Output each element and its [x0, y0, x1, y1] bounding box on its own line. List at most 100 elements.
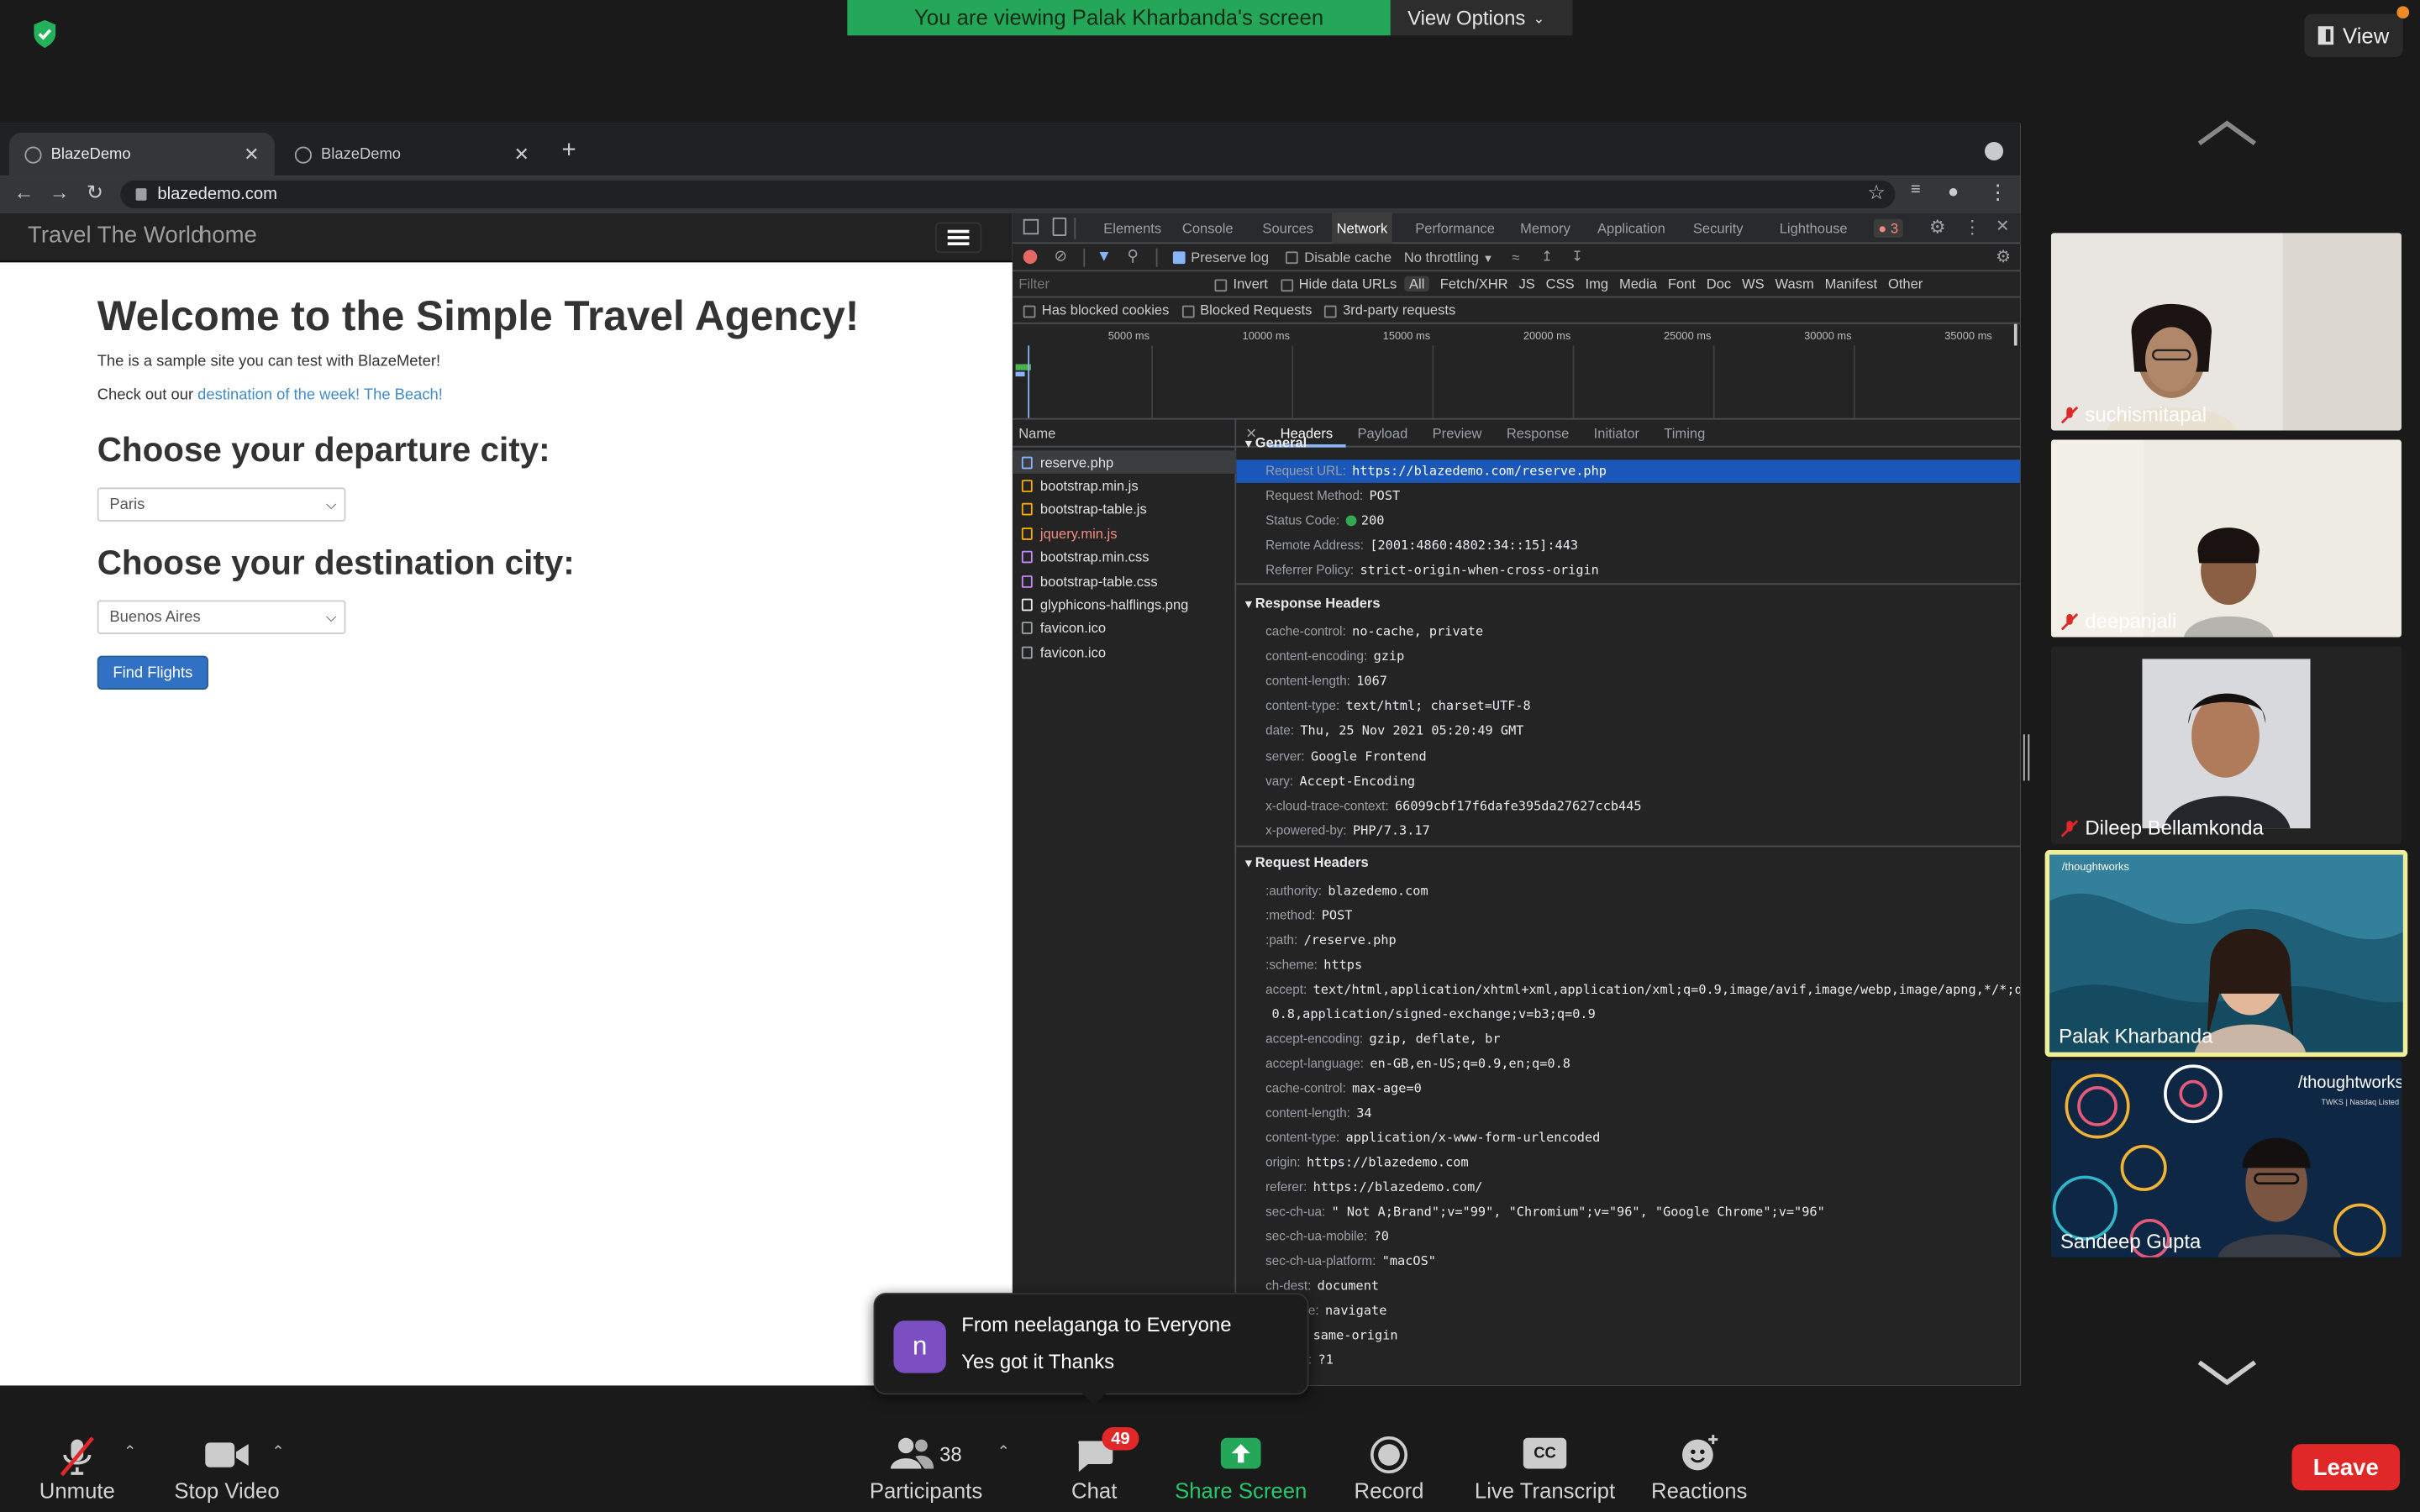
- view-button[interactable]: View: [2304, 13, 2403, 57]
- request-row[interactable]: bootstrap.min.css: [1013, 545, 1236, 569]
- destination-select[interactable]: Buenos Aires ⌵: [97, 600, 346, 634]
- shield-icon[interactable]: [28, 17, 61, 50]
- general-section[interactable]: ▾ General: [1245, 435, 1307, 450]
- tab-application[interactable]: Application: [1592, 213, 1670, 244]
- blocked-cookies-checkbox[interactable]: Has blocked cookies: [1023, 302, 1169, 318]
- type-filter-doc[interactable]: Doc: [1707, 276, 1731, 291]
- type-filter-media[interactable]: Media: [1619, 276, 1657, 291]
- find-flights-button[interactable]: Find Flights: [97, 655, 208, 690]
- tab-lighthouse[interactable]: Lighthouse: [1775, 213, 1852, 244]
- profile-icon[interactable]: ●: [1948, 181, 1959, 202]
- search-icon[interactable]: ⚲: [1127, 249, 1138, 265]
- throttling-select[interactable]: No throttling ▼: [1404, 249, 1493, 265]
- tab-response[interactable]: Response: [1494, 420, 1581, 447]
- kebab-menu-icon[interactable]: ⋮: [1988, 181, 2008, 205]
- timeline-handle[interactable]: [2013, 323, 2018, 346]
- type-filter-js[interactable]: JS: [1518, 276, 1534, 291]
- tab-performance[interactable]: Performance: [1411, 213, 1500, 244]
- view-options-button[interactable]: View Options ⌄: [1390, 0, 1573, 36]
- tab-timing[interactable]: Timing: [1652, 420, 1718, 447]
- caret-up-icon[interactable]: ⌃: [124, 1444, 136, 1461]
- close-icon[interactable]: ✕: [244, 144, 259, 165]
- request-headers-section[interactable]: ▾ Request Headers: [1245, 855, 1369, 870]
- download-icon[interactable]: ↧: [1571, 249, 1583, 265]
- participant-tile[interactable]: suchismitapal: [2050, 233, 2402, 431]
- request-row[interactable]: bootstrap.min.js: [1013, 475, 1236, 498]
- record-button[interactable]: Record: [1339, 1420, 1439, 1512]
- url-bar[interactable]: blazedemo.com: [120, 180, 1896, 208]
- type-filter-css[interactable]: CSS: [1546, 276, 1575, 291]
- name-column-header[interactable]: Name: [1012, 420, 1237, 448]
- filter-input[interactable]: Filter: [1018, 276, 1201, 291]
- browser-tab-active[interactable]: BlazeDemo ✕: [9, 132, 275, 176]
- reload-icon[interactable]: ↻: [87, 181, 103, 205]
- type-filter-fetch[interactable]: Fetch/XHR: [1440, 276, 1508, 291]
- forward-icon[interactable]: →: [50, 181, 70, 204]
- participant-tile[interactable]: deepanjali: [2050, 439, 2402, 638]
- disable-cache-checkbox[interactable]: Disable cache: [1286, 249, 1392, 265]
- tab-payload[interactable]: Payload: [1345, 420, 1420, 447]
- request-row[interactable]: favicon.ico: [1013, 617, 1236, 640]
- request-row[interactable]: bootstrap-table.css: [1013, 570, 1236, 593]
- caret-up-icon[interactable]: ⌃: [997, 1444, 1010, 1461]
- type-filter-ws[interactable]: WS: [1742, 276, 1765, 291]
- browser-tab[interactable]: BlazeDemo ✕: [279, 133, 544, 176]
- reading-list-icon[interactable]: ≡: [1911, 181, 1921, 199]
- gear-icon[interactable]: ⚙: [1929, 216, 1946, 238]
- invert-checkbox[interactable]: Invert: [1214, 276, 1268, 291]
- unmute-button[interactable]: Unmute: [26, 1420, 128, 1512]
- type-filter-all[interactable]: All: [1404, 276, 1429, 292]
- participant-tile[interactable]: /thoughtworks TWKS | Nasdaq Listed Sande…: [2050, 1059, 2402, 1257]
- tab-preview[interactable]: Preview: [1420, 420, 1494, 447]
- departure-select[interactable]: Paris ⌵: [97, 487, 346, 522]
- reactions-button[interactable]: Reactions: [1645, 1420, 1754, 1512]
- home-link[interactable]: home: [199, 222, 257, 248]
- chat-toast[interactable]: n From neelaganga to Everyone Yes got it…: [873, 1293, 1309, 1395]
- close-icon[interactable]: ✕: [1996, 216, 2010, 236]
- wifi-icon[interactable]: ≈: [1512, 249, 1519, 265]
- gear-icon[interactable]: ⚙: [1996, 247, 2011, 267]
- third-party-checkbox[interactable]: 3rd-party requests: [1324, 302, 1455, 318]
- filter-icon[interactable]: ▼: [1097, 249, 1112, 265]
- request-row[interactable]: jquery.min.js: [1013, 522, 1236, 545]
- chevron-down-icon[interactable]: [2195, 1357, 2260, 1389]
- request-row[interactable]: bootstrap-table.js: [1013, 498, 1236, 522]
- bookmark-star-icon[interactable]: ☆: [1867, 181, 1885, 205]
- share-screen-button[interactable]: Share Screen: [1173, 1420, 1309, 1512]
- back-icon[interactable]: ←: [14, 181, 34, 204]
- live-transcript-button[interactable]: CC Live Transcript: [1466, 1420, 1623, 1512]
- type-filter-img[interactable]: Img: [1586, 276, 1609, 291]
- error-badge[interactable]: ● 3: [1873, 218, 1903, 238]
- tab-elements[interactable]: Elements: [1099, 213, 1166, 244]
- type-filter-wasm[interactable]: Wasm: [1776, 276, 1814, 291]
- tab-sources[interactable]: Sources: [1258, 213, 1318, 244]
- preserve-log-checkbox[interactable]: Preserve log: [1172, 249, 1269, 265]
- new-tab-icon[interactable]: +: [562, 137, 576, 165]
- participant-tile[interactable]: Dileep Bellamkonda: [2050, 646, 2402, 844]
- inspect-icon[interactable]: [1023, 218, 1039, 235]
- close-icon[interactable]: ✕: [514, 144, 529, 165]
- upload-icon[interactable]: ↥: [1541, 249, 1553, 265]
- response-headers-section[interactable]: ▾ Response Headers: [1245, 596, 1380, 611]
- blocked-requests-checkbox[interactable]: Blocked Requests: [1181, 302, 1312, 318]
- tab-search-icon[interactable]: [1984, 141, 2004, 161]
- device-toolbar-icon[interactable]: [1052, 217, 1067, 237]
- hamburger-menu-icon[interactable]: [935, 222, 982, 254]
- record-icon[interactable]: [1023, 249, 1038, 265]
- tab-security[interactable]: Security: [1688, 213, 1748, 244]
- tab-initiator[interactable]: Initiator: [1581, 420, 1652, 447]
- type-filter-other[interactable]: Other: [1888, 276, 1923, 291]
- request-row[interactable]: glyphicons-halflings.png: [1013, 593, 1236, 617]
- clear-icon[interactable]: ⊘: [1054, 249, 1066, 265]
- type-filter-manifest[interactable]: Manifest: [1825, 276, 1877, 291]
- request-row[interactable]: reserve.php: [1012, 450, 1237, 474]
- kebab-menu-icon[interactable]: ⋮: [1963, 216, 1981, 238]
- tab-memory[interactable]: Memory: [1516, 213, 1576, 244]
- brand-link[interactable]: Travel The World: [28, 222, 203, 248]
- tab-network[interactable]: Network: [1332, 213, 1392, 244]
- participant-tile-active-speaker[interactable]: /thoughtworks Palak Kharbanda: [2044, 850, 2408, 1058]
- network-timeline[interactable]: 5000 ms 10000 ms 15000 ms 20000 ms 25000…: [1012, 323, 2021, 420]
- hide-data-urls-checkbox[interactable]: Hide data URLs: [1280, 276, 1397, 291]
- tab-console[interactable]: Console: [1177, 213, 1238, 244]
- participants-button[interactable]: 38 Participants: [861, 1420, 991, 1512]
